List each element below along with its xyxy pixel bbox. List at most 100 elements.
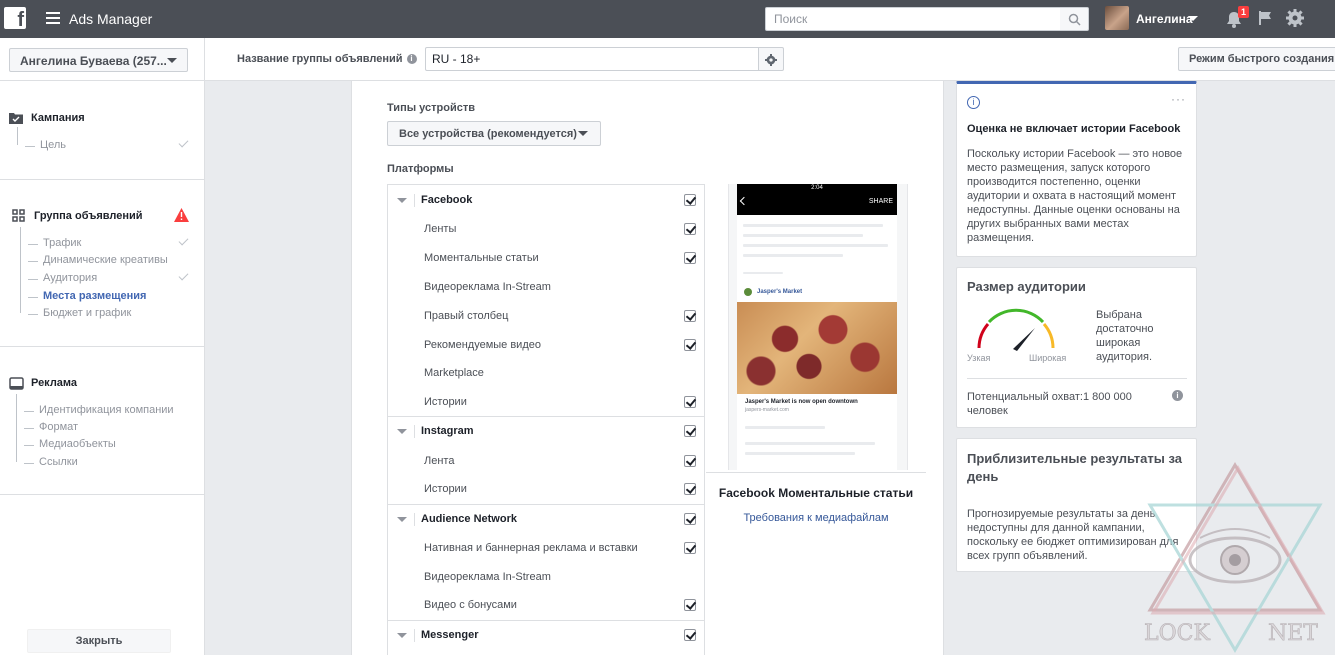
- user-name[interactable]: Ангелина: [1136, 12, 1193, 26]
- search-icon: [1068, 13, 1081, 26]
- placement-label: Рекомендуемые видео: [424, 339, 541, 351]
- sidebar-item-identity[interactable]: Идентификация компании: [24, 404, 174, 416]
- audience-gauge-icon: [977, 308, 1055, 351]
- placement-row[interactable]: Правый столбец: [388, 302, 704, 330]
- platform-checkbox-instagram[interactable]: [684, 425, 696, 437]
- placement-row[interactable]: Истории: [388, 388, 704, 416]
- placement-checkbox[interactable]: [684, 252, 696, 264]
- gear-icon[interactable]: [1286, 9, 1304, 27]
- placement-checkbox[interactable]: [684, 339, 696, 351]
- facebook-logo-icon[interactable]: f: [4, 7, 26, 31]
- placement-row[interactable]: Моментальные статьи: [388, 244, 704, 272]
- placement-label: Нативная и баннерная реклама и вставки: [424, 542, 638, 554]
- sidebar-item-budget-schedule[interactable]: Бюджет и график: [27, 307, 131, 319]
- sidebar-section-campaign[interactable]: Кампания: [31, 112, 85, 124]
- device-types-label: Типы устройств: [387, 102, 475, 114]
- platform-name: Facebook: [421, 194, 473, 206]
- placement-label: Видеореклама In-Stream: [424, 281, 551, 293]
- placement-row[interactable]: Истории: [388, 475, 704, 503]
- placement-checkbox[interactable]: [684, 310, 696, 322]
- quick-creation-button[interactable]: Режим быстрого создания: [1178, 47, 1335, 71]
- placement-row[interactable]: Нативная и баннерная реклама и вставки: [388, 534, 704, 562]
- sidebar-section-adset[interactable]: Группа объявлений: [34, 210, 143, 222]
- hamburger-menu-icon[interactable]: [46, 12, 60, 24]
- platform-name: Audience Network: [421, 513, 517, 525]
- user-avatar[interactable]: [1105, 6, 1129, 30]
- flag-icon[interactable]: [1257, 10, 1273, 26]
- platform-group-instagram[interactable]: Instagram: [388, 416, 704, 444]
- tree-line: [16, 394, 17, 462]
- placement-checkbox[interactable]: [684, 223, 696, 235]
- collapse-triangle-icon[interactable]: [397, 429, 407, 434]
- platform-checkbox-audience-network[interactable]: [684, 513, 696, 525]
- sidebar-item-media[interactable]: Медиаобъекты: [24, 438, 116, 450]
- placement-checkbox[interactable]: [684, 483, 696, 495]
- placement-row[interactable]: Marketplace: [388, 359, 704, 387]
- placement-row[interactable]: Рекомендуемые видео: [388, 331, 704, 359]
- placement-label: Правый столбец: [424, 310, 509, 322]
- stories-notice-title: Оценка не включает истории Facebook: [967, 123, 1181, 135]
- placement-checkbox[interactable]: [684, 599, 696, 611]
- media-requirements-link[interactable]: Требования к медиафайлам: [706, 512, 926, 524]
- audience-size-card: Размер аудитории Узкая Широкая Выбрана д…: [956, 267, 1197, 428]
- platform-checkbox-messenger[interactable]: [684, 629, 696, 641]
- collapse-triangle-icon[interactable]: [397, 633, 407, 638]
- platform-checkbox-facebook[interactable]: [684, 194, 696, 206]
- preview-food-image: [737, 302, 897, 394]
- sidebar-divider: [0, 179, 204, 180]
- device-types-select[interactable]: Все устройства (рекомендуется): [387, 121, 601, 146]
- adset-settings-button[interactable]: [758, 47, 784, 71]
- chevron-down-icon[interactable]: [1188, 16, 1198, 21]
- sidebar-item-objective[interactable]: Цель: [24, 139, 66, 151]
- placement-row[interactable]: Лента: [388, 447, 704, 475]
- platform-group-messenger[interactable]: Messenger: [388, 620, 704, 648]
- platforms-list: Facebook Ленты Моментальные статьи Видео…: [387, 184, 705, 655]
- app-title[interactable]: Ads Manager: [69, 11, 152, 27]
- search-button[interactable]: [1060, 7, 1089, 31]
- placement-preview-phone: 2:04 SHARE Jasper's Market Jasper's Mark…: [728, 184, 908, 470]
- tree-line: [20, 227, 21, 313]
- placement-row[interactable]: Видеореклама In-Stream: [388, 273, 704, 301]
- adset-name-input[interactable]: [425, 47, 759, 71]
- gauge-narrow-label: Узкая: [967, 353, 991, 363]
- info-icon[interactable]: i: [406, 54, 417, 65]
- more-options-icon[interactable]: ···: [1171, 92, 1186, 106]
- sidebar-item-placements[interactable]: Места размещения: [27, 290, 146, 302]
- placement-checkbox[interactable]: [684, 455, 696, 467]
- placement-label: Marketplace: [424, 367, 484, 379]
- notification-badge: 1: [1238, 6, 1250, 18]
- device-types-value: Все устройства (рекомендуется): [399, 128, 577, 140]
- account-selector[interactable]: Ангелина Буваева (257...: [9, 48, 188, 72]
- audience-summary: Выбрана достаточно широкая аудитория.: [1096, 309, 1154, 363]
- info-icon[interactable]: i: [1172, 390, 1183, 401]
- ad-preview-icon: [9, 377, 24, 390]
- audience-size-title: Размер аудитории: [967, 279, 1086, 294]
- close-button[interactable]: Закрыть: [27, 629, 171, 653]
- sidebar-item-audience[interactable]: Аудитория: [27, 272, 97, 284]
- sidebar-item-dynamic-creative[interactable]: Динамические креативы: [28, 254, 168, 266]
- sidebar-divider: [0, 494, 204, 495]
- placement-label: Ленты: [424, 223, 457, 235]
- placement-row[interactable]: Видео с бонусами: [388, 591, 704, 619]
- platform-name: Instagram: [421, 425, 474, 437]
- preview-headline: Jasper's Market is now open downtown: [745, 399, 858, 405]
- collapse-triangle-icon[interactable]: [397, 517, 407, 522]
- sidebar-item-format[interactable]: Формат: [23, 421, 78, 433]
- search-input[interactable]: [765, 7, 1061, 31]
- placement-checkbox[interactable]: [684, 396, 696, 408]
- platform-name: Messenger: [421, 629, 479, 641]
- placement-checkbox[interactable]: [684, 542, 696, 554]
- info-icon: i: [967, 96, 980, 109]
- platform-group-facebook[interactable]: Facebook: [388, 186, 704, 214]
- preview-status-bar: 2:04: [737, 184, 897, 193]
- placement-row[interactable]: Ленты: [388, 215, 704, 243]
- placement-label: Моментальные статьи: [424, 252, 539, 264]
- sidebar-item-links[interactable]: Ссылки: [24, 456, 78, 468]
- sidebar-section-ad[interactable]: Реклама: [31, 377, 77, 389]
- sidebar-item-traffic[interactable]: Трафик: [27, 237, 81, 249]
- chevron-down-icon: [167, 58, 177, 63]
- collapse-triangle-icon[interactable]: [397, 198, 407, 203]
- watermark-right-text: NET: [1268, 621, 1318, 646]
- placement-row[interactable]: Видеореклама In-Stream: [388, 563, 704, 591]
- platform-group-audience-network[interactable]: Audience Network: [388, 504, 704, 532]
